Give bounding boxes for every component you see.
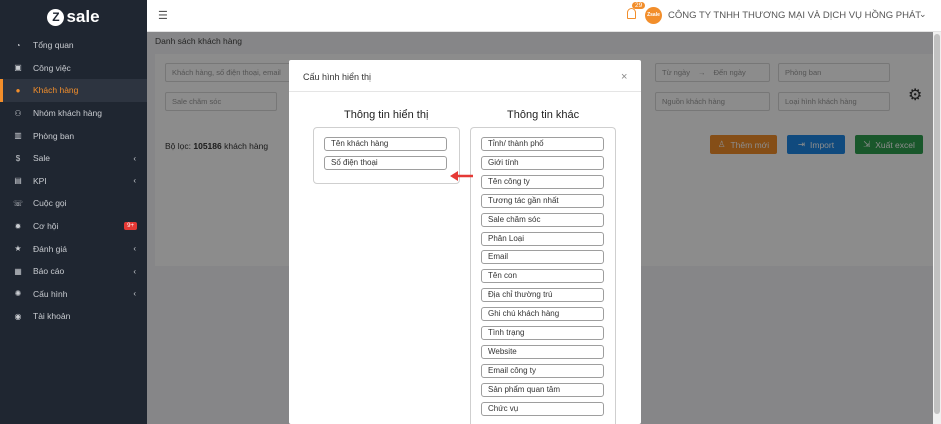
- other-fields-title: Thông tin khác: [507, 109, 580, 121]
- sidebar-item-label: Báo cáo: [33, 266, 65, 277]
- notification-count: 29: [632, 2, 646, 9]
- field-chip[interactable]: Tương tác gần nhất: [481, 193, 604, 208]
- briefcase-icon: ▣: [14, 63, 22, 73]
- top-header: ☰ 29 Zsale CÔNG TY TNHH THƯƠNG MẠI VÀ DỊ…: [147, 0, 941, 32]
- sidebar-item-label: Cấu hình: [33, 288, 68, 299]
- field-chip[interactable]: Tên con: [481, 269, 604, 284]
- sidebar-item-10[interactable]: ▦ Báo cáo ‹: [0, 260, 147, 283]
- sidebar: Z sale ◔ Tổng quan ▣ Công việc ● Khách hàng ⚇ N…: [0, 0, 147, 424]
- field-chip[interactable]: Ghi chú khách hàng: [481, 307, 604, 322]
- sidebar-item-7[interactable]: ☏ Cuộc gọi: [0, 192, 147, 215]
- chevron-left-icon: ‹: [133, 176, 136, 186]
- arrow-left-icon: [450, 171, 473, 181]
- dashboard-icon: ◔: [15, 40, 21, 50]
- field-chip[interactable]: Chức vụ: [481, 401, 604, 416]
- sidebar-item-4[interactable]: ▥ Phòng ban: [0, 124, 147, 147]
- divider: [289, 91, 641, 92]
- sidebar-item-label: KPI: [33, 175, 47, 186]
- scrollbar[interactable]: [933, 32, 941, 424]
- sidebar-item-1[interactable]: ▣ Công việc: [0, 57, 147, 80]
- chevron-left-icon: ‹: [133, 266, 136, 276]
- field-chip[interactable]: Giới tính: [481, 155, 604, 170]
- menu-toggle-icon[interactable]: ☰: [158, 9, 168, 22]
- sidebar-item-label: Nhóm khách hàng: [33, 108, 102, 119]
- field-chip[interactable]: Số điện thoại: [324, 155, 447, 170]
- account-icon: ◉: [14, 311, 22, 321]
- field-chip[interactable]: Địa chỉ thường trú: [481, 288, 604, 303]
- sidebar-item-11[interactable]: ✺ Cấu hình ‹: [0, 283, 147, 306]
- modal-title: Cấu hình hiển thị: [303, 72, 372, 82]
- count-badge: 9+: [124, 222, 137, 231]
- field-chip[interactable]: Sản phẩm quan tâm: [481, 382, 604, 397]
- field-chip[interactable]: Website: [481, 344, 604, 359]
- sidebar-item-label: Sale: [33, 153, 51, 164]
- chevron-left-icon: ‹: [133, 289, 136, 299]
- shown-fields-list[interactable]: Tên khách hàng Số điện thoại: [313, 127, 460, 184]
- sidebar-item-label: Công việc: [33, 62, 71, 73]
- sidebar-item-6[interactable]: ▤ KPI ‹: [0, 170, 147, 193]
- field-chip[interactable]: Phân Loại: [481, 231, 604, 246]
- close-icon[interactable]: ×: [621, 71, 627, 83]
- sidebar-item-label: Tài khoản: [33, 311, 71, 322]
- dollar-icon: $: [15, 153, 21, 163]
- field-chip[interactable]: Email: [481, 250, 604, 265]
- logo-text: sale: [66, 7, 100, 26]
- shown-fields-title: Thông tin hiển thị: [344, 109, 429, 121]
- field-chip[interactable]: Email công ty: [481, 363, 604, 378]
- sidebar-item-label: Cuộc gọi: [33, 198, 67, 209]
- other-fields-list[interactable]: Tỉnh/ thành phố Giới tính Tên công ty Tương…: [470, 127, 616, 424]
- sidebar-item-label: Đánh giá: [33, 243, 68, 254]
- avatar[interactable]: Zsale: [645, 7, 662, 24]
- phone-icon: ☏: [13, 198, 24, 208]
- bell-icon[interactable]: [627, 8, 636, 19]
- gear-icon: ✹: [14, 221, 22, 231]
- star-icon: ★: [14, 244, 22, 254]
- field-chip[interactable]: Tỉnh/ thành phố: [481, 137, 604, 151]
- report-icon: ▦: [14, 266, 22, 276]
- building-icon: ▥: [14, 131, 22, 141]
- sidebar-item-label: Phòng ban: [33, 130, 75, 141]
- app-logo[interactable]: Z sale: [0, 0, 147, 34]
- chevron-left-icon: ‹: [133, 153, 136, 163]
- sidebar-item-0[interactable]: ◔ Tổng quan: [0, 34, 147, 57]
- field-chip[interactable]: Tình trạng: [481, 326, 604, 340]
- users-icon: ⚇: [14, 108, 22, 118]
- sidebar-item-2[interactable]: ● Khách hàng: [0, 79, 147, 102]
- cogs-icon: ✺: [14, 289, 22, 299]
- sidebar-item-5[interactable]: $ Sale ‹: [0, 147, 147, 170]
- sidebar-item-3[interactable]: ⚇ Nhóm khách hàng: [0, 102, 147, 125]
- sidebar-item-label: Khách hàng: [33, 85, 79, 96]
- chevron-down-icon[interactable]: ⌄: [919, 9, 927, 20]
- field-chip[interactable]: Sale chăm sóc: [481, 212, 604, 227]
- chart-icon: ▤: [14, 176, 22, 186]
- display-config-modal: Cấu hình hiển thị × Thông tin hiển thị T…: [289, 60, 641, 424]
- logo-letter: Z: [47, 8, 65, 26]
- sidebar-item-label: Tổng quan: [33, 40, 74, 51]
- company-name[interactable]: CÔNG TY TNHH THƯƠNG MẠI VÀ DỊCH VỤ HỒNG …: [668, 10, 921, 21]
- sidebar-item-8[interactable]: ✹ Cơ hội 9+: [0, 215, 147, 238]
- field-chip[interactable]: Tên khách hàng: [324, 137, 447, 151]
- field-chip[interactable]: Tên công ty: [481, 174, 604, 189]
- sidebar-item-12[interactable]: ◉ Tài khoản: [0, 305, 147, 328]
- user-icon: ●: [15, 85, 21, 95]
- sidebar-item-9[interactable]: ★ Đánh giá ‹: [0, 237, 147, 260]
- sidebar-item-label: Cơ hội: [33, 221, 59, 232]
- chevron-left-icon: ‹: [133, 244, 136, 254]
